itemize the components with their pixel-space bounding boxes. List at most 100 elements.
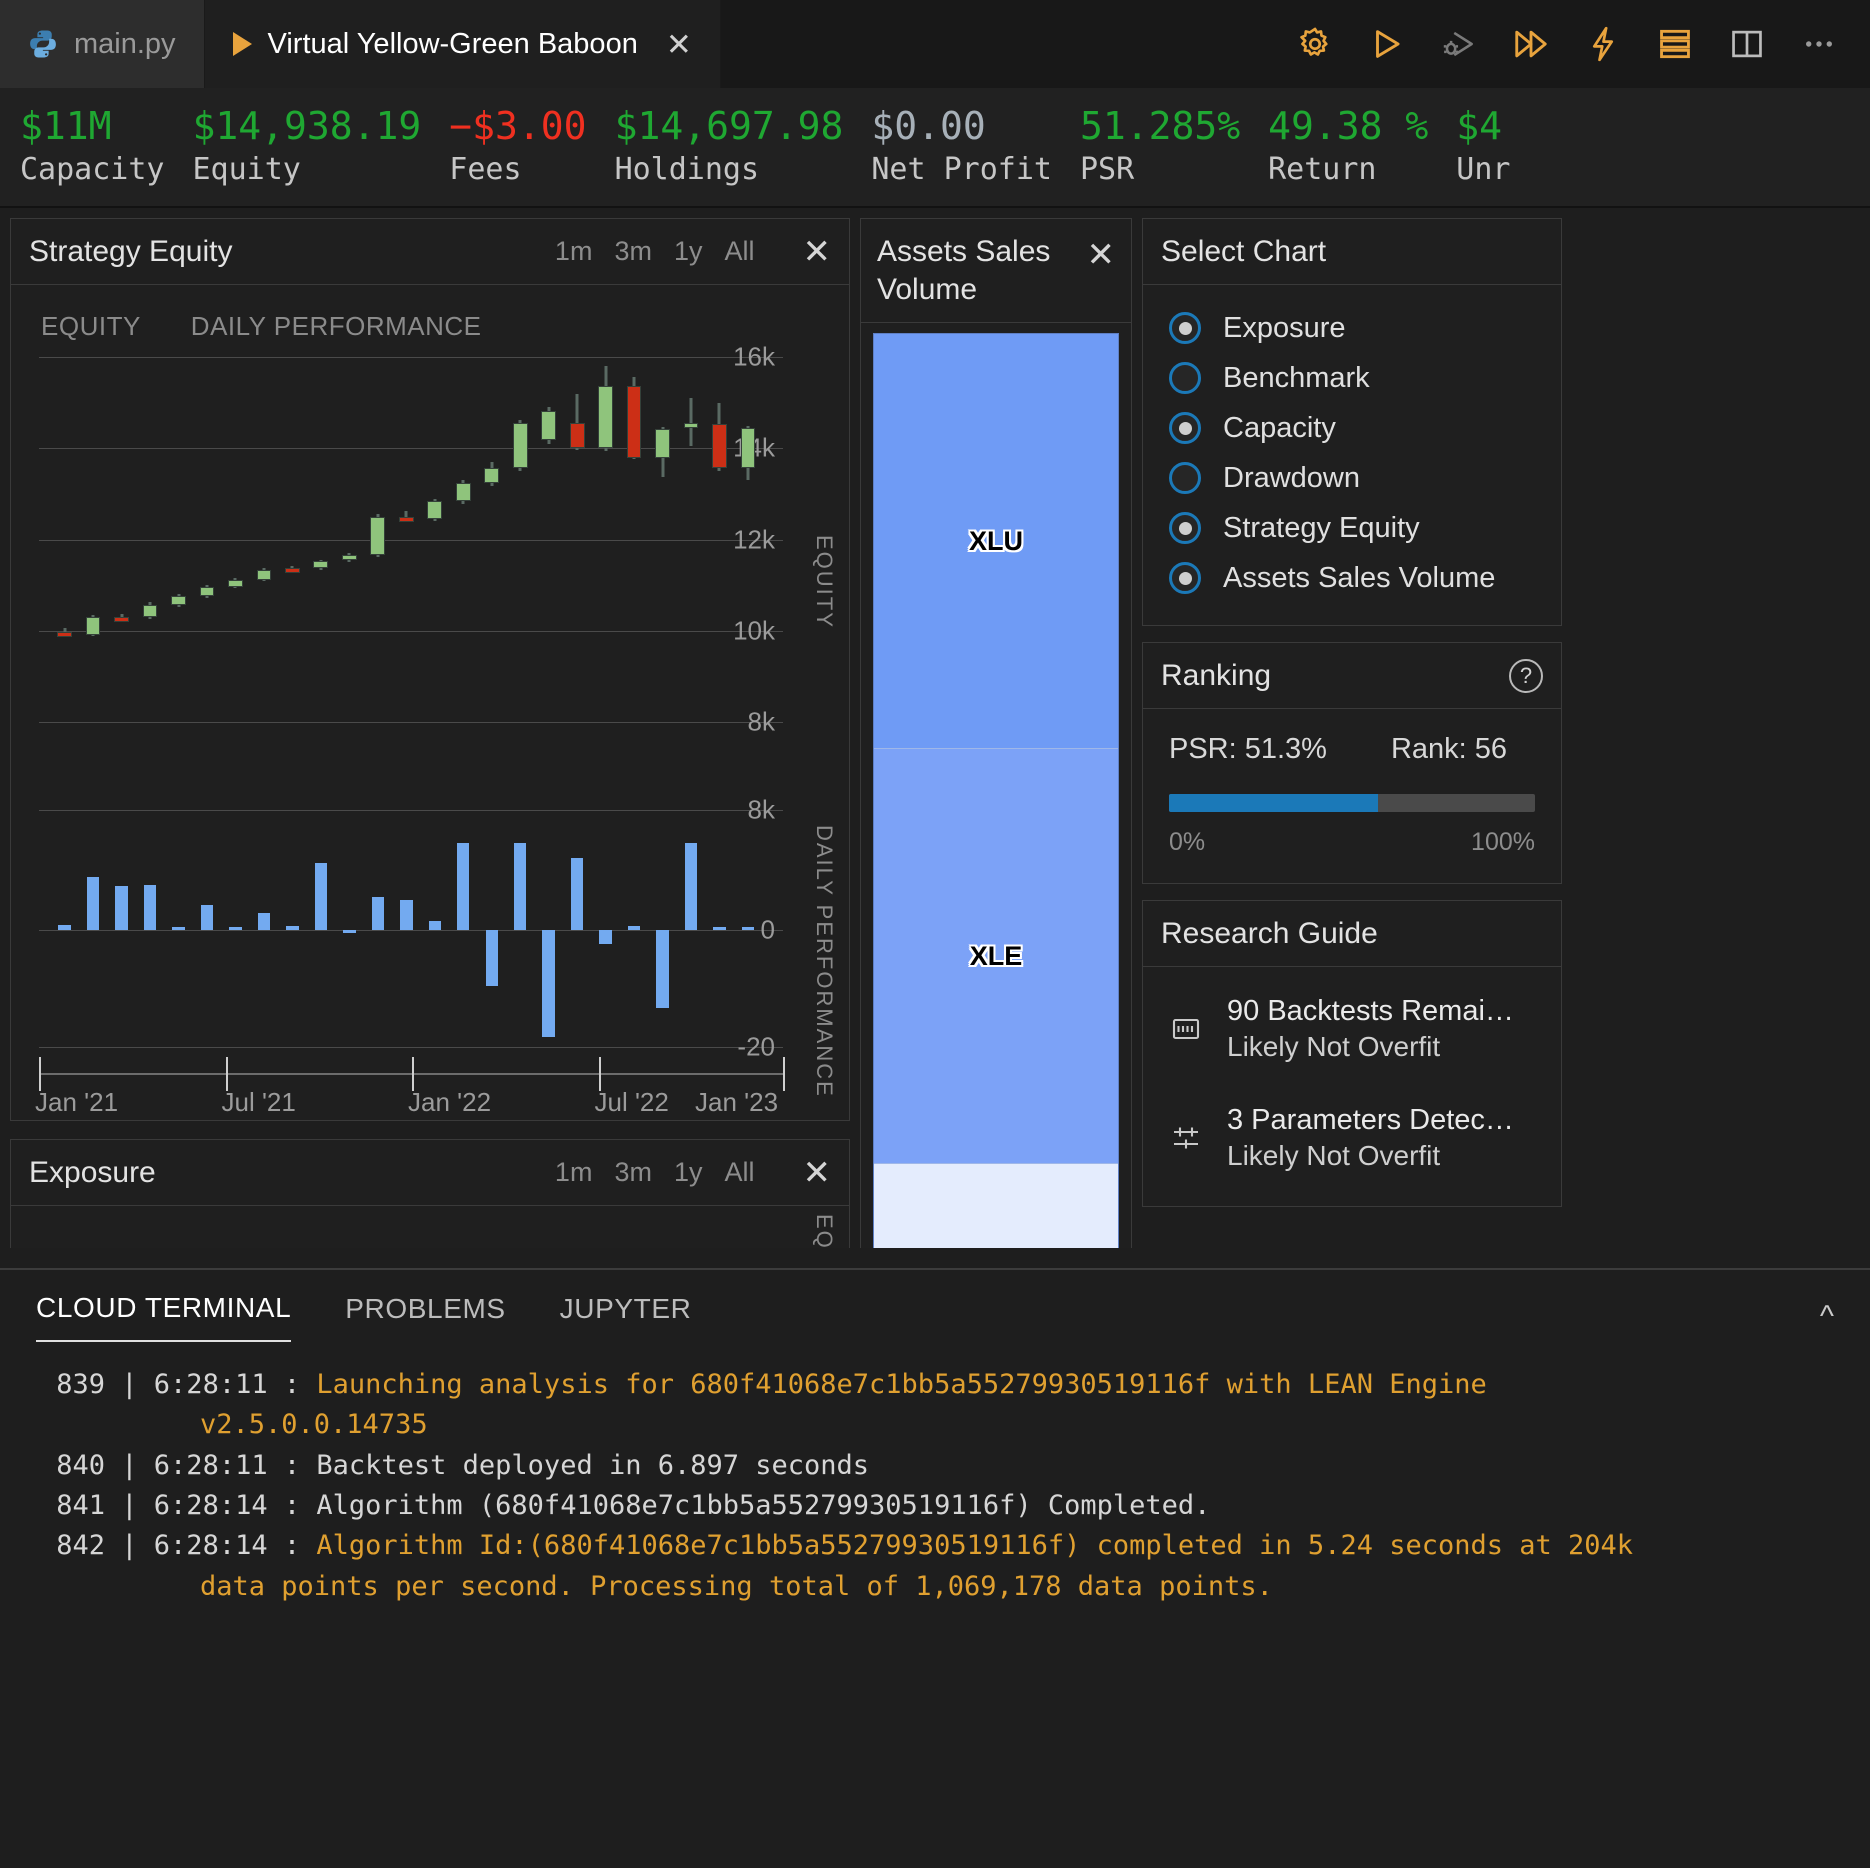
chart-option-label: Strategy Equity: [1223, 512, 1420, 545]
strategy-equity-chart[interactable]: EQUITY DAILY PERFORMANCE 16k14k12k10k8k8…: [11, 285, 849, 1120]
chart-option-assets-sales-volume[interactable]: Assets Sales Volume: [1169, 553, 1535, 603]
chart-option-benchmark[interactable]: Benchmark: [1169, 353, 1535, 403]
candlestick: [513, 285, 528, 286]
ranking-metrics: PSR: 51.3% Rank: 56: [1169, 733, 1535, 766]
range-1y[interactable]: 1y: [674, 1157, 703, 1188]
exposure-panel: Exposure 1m 3m 1y All ✕ EQUITY - LONG RA…: [10, 1139, 850, 1248]
asv-segment-xlu[interactable]: XLU: [874, 334, 1118, 748]
performance-bar: [201, 905, 213, 930]
terminal-line-meta: 839 | 6:28:11 :: [40, 1369, 316, 1400]
panel-title: Ranking: [1161, 659, 1271, 693]
x-axis-tick-label: Jan '21: [35, 1087, 118, 1118]
research-guide-secondary: Likely Not Overfit: [1227, 1029, 1514, 1065]
research-guide-item-text: 3 Parameters Detec… Likely Not Overfit: [1227, 1102, 1514, 1175]
research-guide-item-backtests[interactable]: 90 Backtests Remai… Likely Not Overfit: [1165, 975, 1539, 1084]
chart-canvas: 16k14k12k10k8k8k0-20Jan '21Jul '21Jan '2…: [11, 285, 849, 1120]
radio-icon[interactable]: [1169, 312, 1201, 344]
debug-icon[interactable]: [1438, 23, 1480, 65]
candlestick: [427, 285, 442, 286]
tab-jupyter[interactable]: JUPYTER: [560, 1293, 692, 1341]
gear-icon[interactable]: [1294, 23, 1336, 65]
exposure-chart[interactable]: EQUITY - LONG RATIO EQUITY - SHORT RATIO…: [11, 1206, 849, 1248]
close-icon[interactable]: ✕: [803, 235, 832, 269]
asv-segment-other[interactable]: [874, 1163, 1118, 1248]
terminal-line: 841 | 6:28:14 : Algorithm (680f41068e7c1…: [40, 1487, 1840, 1525]
research-guide-primary: 90 Backtests Remai…: [1227, 995, 1514, 1027]
range-1y[interactable]: 1y: [674, 236, 703, 267]
y-axis-tick-label: 10k: [733, 615, 775, 646]
tab-main-py[interactable]: main.py: [0, 0, 205, 88]
chart-option-strategy-equity[interactable]: Strategy Equity: [1169, 503, 1535, 553]
list-icon[interactable]: [1654, 23, 1696, 65]
radio-icon[interactable]: [1169, 412, 1201, 444]
candle-body: [143, 605, 158, 617]
candle-body: [114, 617, 129, 622]
range-all[interactable]: All: [724, 236, 754, 267]
radio-icon[interactable]: [1169, 362, 1201, 394]
close-icon[interactable]: ✕: [1087, 235, 1116, 275]
tab-virtual-yellow-green-baboon[interactable]: Virtual Yellow-Green Baboon ✕: [205, 0, 721, 88]
chevron-up-icon[interactable]: ^: [1820, 1300, 1834, 1334]
performance-bar: [429, 921, 441, 930]
radio-icon[interactable]: [1169, 462, 1201, 494]
candlestick: [484, 285, 499, 286]
terminal-line-continuation: v2.5.0.0.14735: [40, 1406, 1840, 1444]
tab-cloud-terminal[interactable]: CLOUD TERMINAL: [36, 1292, 291, 1342]
tab-problems[interactable]: PROBLEMS: [345, 1293, 505, 1341]
panel-header: Strategy Equity 1m 3m 1y All ✕: [11, 219, 849, 285]
performance-bar: [343, 930, 355, 933]
performance-bar: [286, 926, 298, 930]
terminal-output[interactable]: 839 | 6:28:11 : Launching analysis for 6…: [0, 1342, 1870, 1606]
lightning-icon[interactable]: [1582, 23, 1624, 65]
play-icon[interactable]: [1366, 23, 1408, 65]
help-icon[interactable]: ?: [1509, 659, 1543, 693]
stat-unrealized: $4 Unr: [1446, 107, 1528, 188]
performance-bar: [87, 877, 99, 930]
bottom-panel: CLOUD TERMINAL PROBLEMS JUPYTER ^ 839 | …: [0, 1268, 1870, 1868]
performance-bar: [144, 885, 156, 930]
range-1m[interactable]: 1m: [555, 1157, 593, 1188]
range-all[interactable]: All: [724, 1157, 754, 1188]
candle-body: [427, 501, 442, 518]
assets-sales-volume-column: Assets Sales Volume ✕ XLU XLE: [860, 218, 1132, 1248]
range-1m[interactable]: 1m: [555, 236, 593, 267]
x-axis-tick: [412, 1057, 414, 1091]
scale-max: 100%: [1471, 828, 1535, 857]
panel-header: Research Guide: [1143, 901, 1561, 967]
performance-bar: [372, 897, 384, 930]
close-icon[interactable]: ✕: [803, 1156, 832, 1190]
y-axis-tick-label: 8k: [748, 795, 775, 826]
chart-option-exposure[interactable]: Exposure: [1169, 303, 1535, 353]
radio-icon[interactable]: [1169, 512, 1201, 544]
candlestick: [200, 285, 215, 286]
statistics-bar: $11M Capacity $14,938.19 Equity −$3.00 F…: [0, 88, 1870, 208]
right-sidebar: Select Chart Exposure Benchmark Capacity: [1142, 218, 1562, 1248]
range-3m[interactable]: 3m: [614, 236, 652, 267]
x-axis-tick: [226, 1057, 228, 1091]
performance-bar: [628, 926, 640, 930]
range-selector: 1m 3m 1y All ✕: [555, 1156, 831, 1190]
asv-segment-xle[interactable]: XLE: [874, 748, 1118, 1163]
terminal-line-meta: 841 | 6:28:14 :: [40, 1490, 316, 1521]
close-icon[interactable]: ✕: [666, 29, 692, 60]
performance-bar: [742, 927, 754, 930]
stat-label: Net Profit: [871, 152, 1052, 187]
split-pane-icon[interactable]: [1726, 23, 1768, 65]
ranking-progress-bar: [1169, 794, 1535, 812]
asv-chart[interactable]: XLU XLE: [861, 323, 1131, 1248]
terminal-tabs: CLOUD TERMINAL PROBLEMS JUPYTER ^: [0, 1270, 1870, 1342]
main-content: Strategy Equity 1m 3m 1y All ✕ EQUITY DA…: [0, 208, 1870, 1248]
y-axis-tick-label: 12k: [733, 524, 775, 555]
stat-psr: 51.285% PSR: [1070, 107, 1258, 188]
research-guide-secondary: Likely Not Overfit: [1227, 1138, 1514, 1174]
research-guide-item-parameters[interactable]: 3 Parameters Detec… Likely Not Overfit: [1165, 1084, 1539, 1193]
radio-icon[interactable]: [1169, 562, 1201, 594]
fast-forward-icon[interactable]: [1510, 23, 1552, 65]
range-3m[interactable]: 3m: [614, 1157, 652, 1188]
performance-bar: [400, 900, 412, 930]
chart-option-capacity[interactable]: Capacity: [1169, 403, 1535, 453]
gridline: [39, 722, 783, 723]
more-icon[interactable]: [1798, 23, 1840, 65]
chart-option-drawdown[interactable]: Drawdown: [1169, 453, 1535, 503]
candle-body: [684, 423, 699, 428]
